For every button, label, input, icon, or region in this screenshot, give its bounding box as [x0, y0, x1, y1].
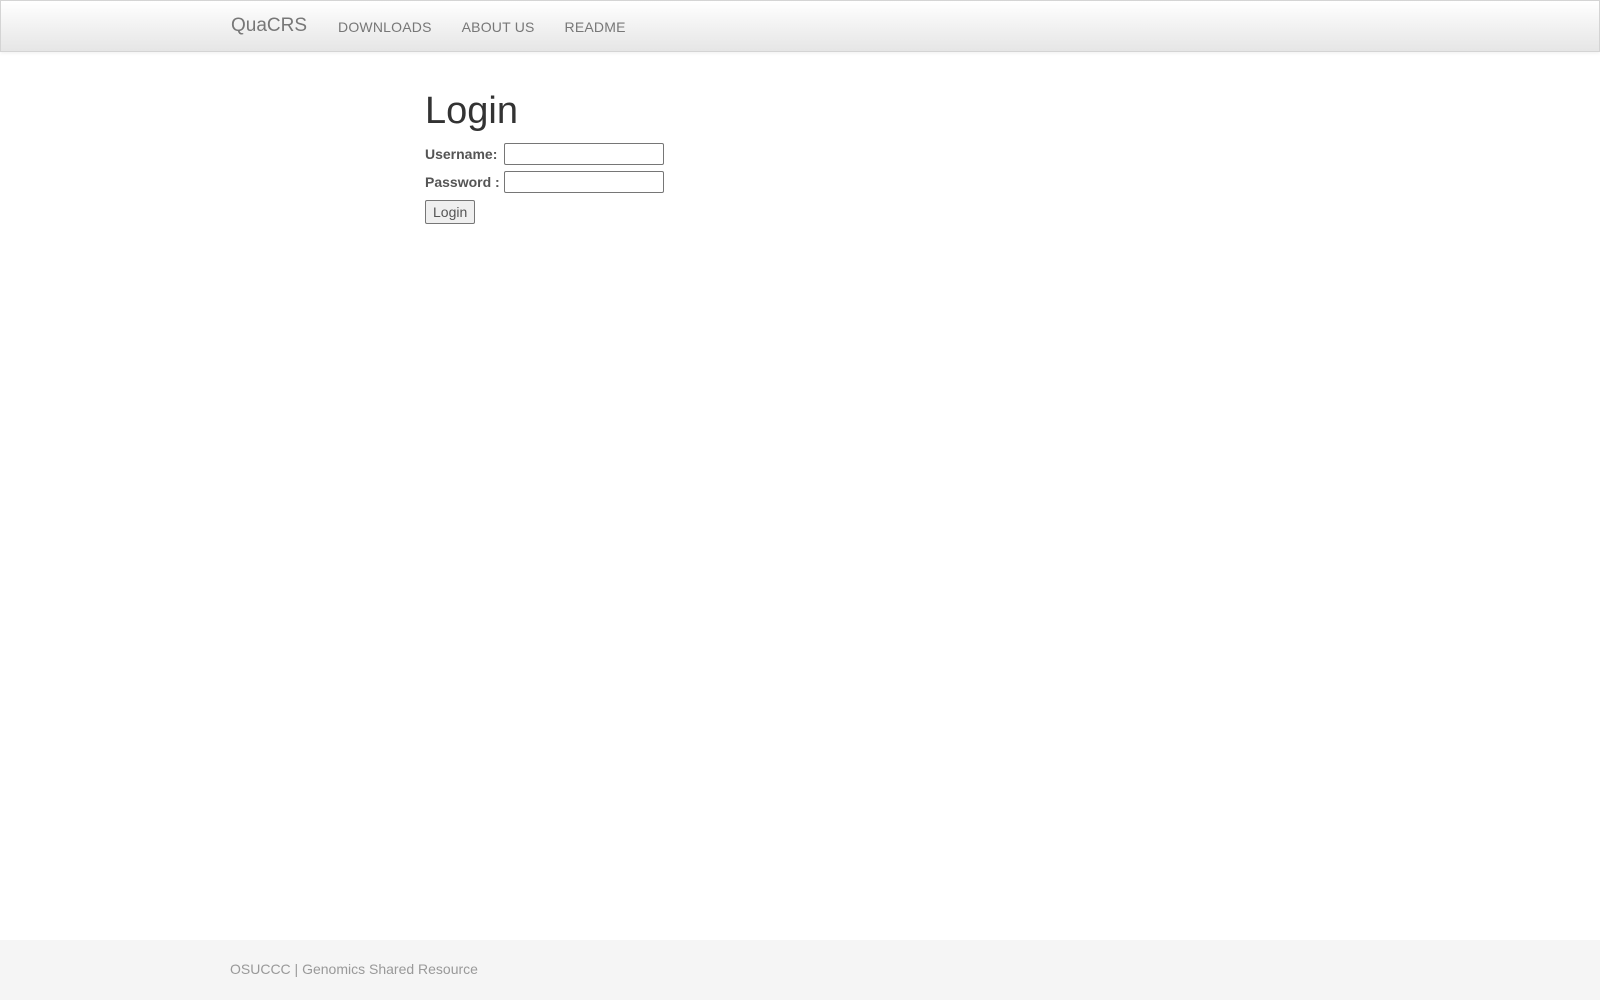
password-row: Password :	[425, 168, 664, 196]
nav-link-readme[interactable]: README	[565, 17, 626, 35]
username-row: Username:	[425, 140, 664, 168]
nav-link-about-us[interactable]: ABOUT US	[462, 17, 535, 35]
password-input[interactable]	[504, 171, 664, 193]
login-button[interactable]: Login	[425, 200, 476, 224]
top-navbar: QuaCRS DOWNLOADS ABOUT US README	[0, 0, 1600, 52]
username-label: Username:	[425, 146, 498, 162]
submit-row: Login	[425, 200, 664, 224]
username-input[interactable]	[504, 143, 664, 165]
nav-link-downloads[interactable]: DOWNLOADS	[338, 17, 432, 35]
footer-text: OSUCCC | Genomics Shared Resource	[230, 961, 478, 977]
page-title: Login	[425, 90, 518, 132]
footer: OSUCCC | Genomics Shared Resource	[0, 940, 1600, 1000]
login-form-container: Login Username: Password : Login	[425, 86, 664, 224]
brand-link[interactable]: QuaCRS	[231, 15, 307, 37]
navbar-inner: QuaCRS DOWNLOADS ABOUT US README	[231, 1, 656, 51]
password-label: Password :	[425, 174, 500, 190]
